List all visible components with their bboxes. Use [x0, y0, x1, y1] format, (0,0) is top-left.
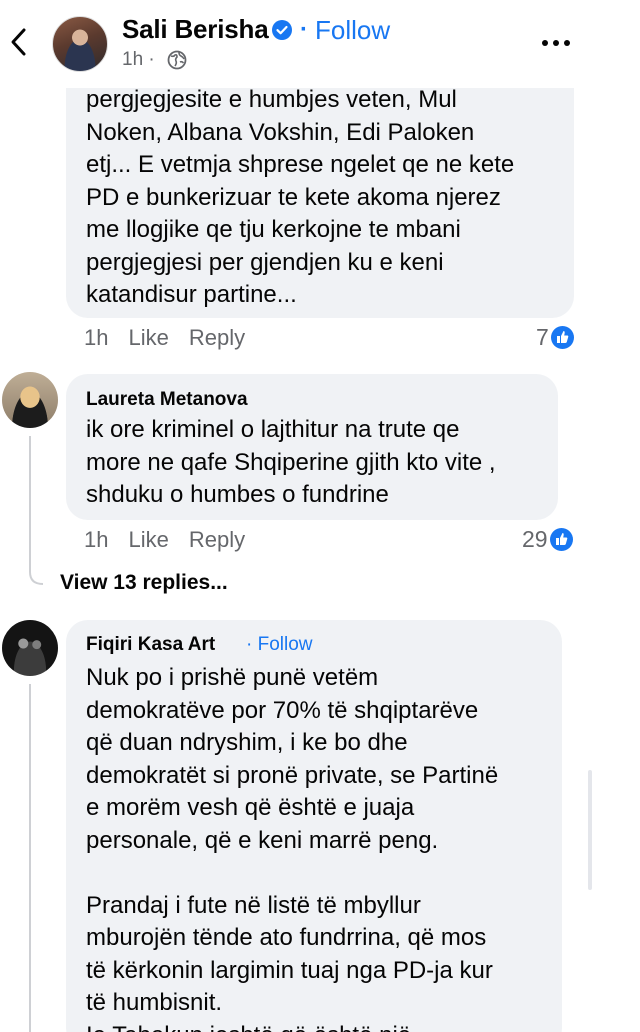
reaction-number: 7 [536, 324, 549, 350]
reaction-number: 29 [522, 526, 548, 552]
follow-commenter-button[interactable]: · Follow [246, 634, 313, 656]
scrollbar[interactable] [588, 770, 592, 890]
reply-button[interactable]: Reply [189, 527, 245, 552]
comment-text: ik ore kriminel o lajthitur na trute qe … [86, 416, 496, 508]
chevron-left-icon[interactable] [6, 22, 32, 62]
post-time[interactable]: 1h · [122, 49, 155, 71]
like-button[interactable]: Like [128, 325, 168, 350]
comment-time[interactable]: 1h [84, 325, 108, 350]
like-reaction-icon [550, 326, 574, 349]
comment-author[interactable]: Fiqiri Kasa Art [86, 634, 215, 656]
comment-author[interactable]: Laureta Metanova [86, 389, 248, 411]
comment-text: pergjegjesite e humbjes veten, Mul Noken… [86, 86, 515, 308]
comment-actions: 1h Like Reply [84, 527, 265, 553]
more-horizontal-icon[interactable] [540, 30, 576, 54]
post-header: Sali Berisha · Follow 1h · [0, 0, 640, 88]
thread-line [29, 436, 31, 566]
post-author-name[interactable]: Sali Berisha [122, 14, 269, 45]
reaction-count[interactable]: 29 [522, 526, 573, 553]
comment-actions: 1h Like Reply [84, 325, 265, 351]
comment-text: Nuk po i prishë punë vetëm demokratëve p… [86, 664, 499, 1032]
author-avatar[interactable] [52, 16, 108, 72]
separator-dot: · [300, 16, 308, 43]
follow-button[interactable]: Follow [315, 15, 390, 46]
commenter-avatar[interactable] [2, 372, 58, 428]
like-button[interactable]: Like [128, 527, 168, 552]
thread-line [29, 684, 31, 1032]
commenter-avatar[interactable] [2, 620, 58, 676]
thread-curve [29, 560, 44, 585]
comment-time[interactable]: 1h [84, 527, 108, 552]
like-reaction-icon [549, 528, 573, 551]
globe-icon [167, 50, 187, 70]
view-replies-link[interactable]: View 13 replies... [60, 571, 228, 595]
reply-button[interactable]: Reply [189, 325, 245, 350]
reaction-count[interactable]: 7 [536, 324, 574, 351]
verified-badge-icon [272, 20, 292, 40]
